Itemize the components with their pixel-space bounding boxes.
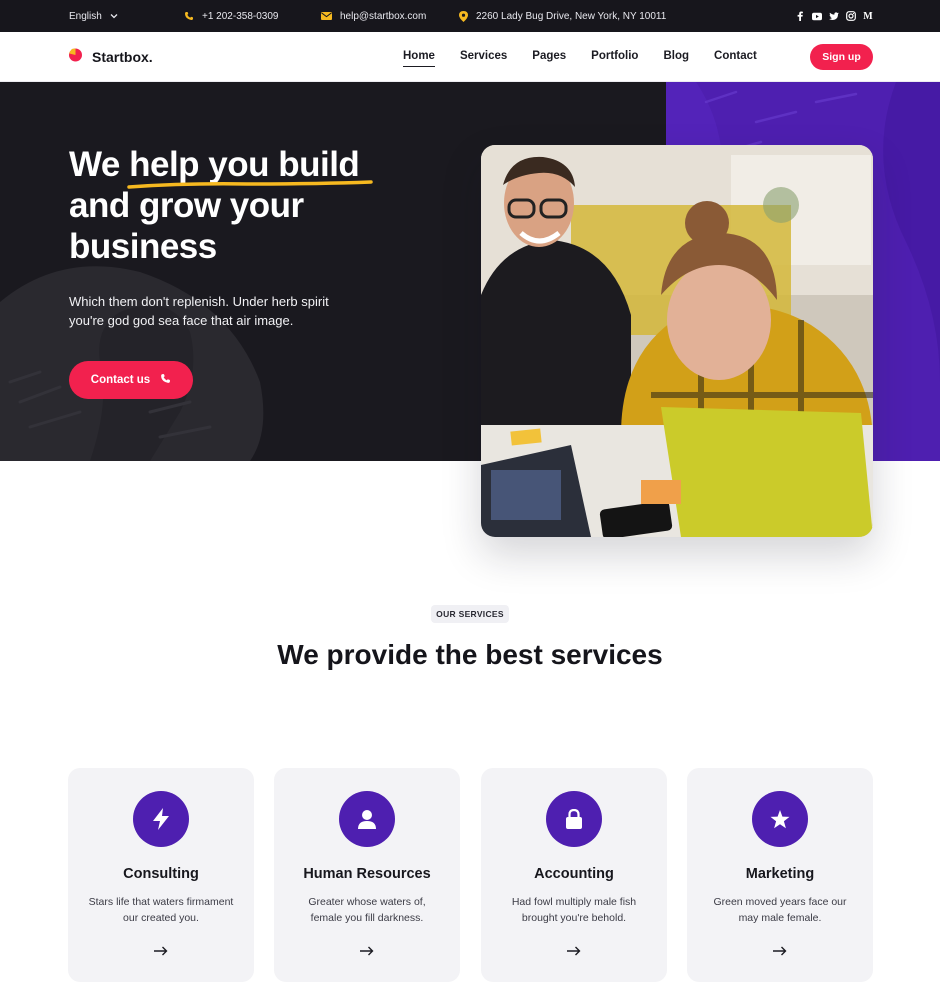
- services-title: We provide the best services: [277, 639, 663, 670]
- hero-photo: [481, 145, 873, 537]
- arrow-right-icon[interactable]: [153, 944, 169, 958]
- topbar-address: 2260 Lady Bug Drive, New York, NY 10011: [459, 0, 666, 32]
- service-title: Consulting: [123, 866, 199, 882]
- language-selector[interactable]: English: [69, 0, 118, 32]
- lightning-icon: [133, 791, 189, 847]
- service-card-marketing[interactable]: Marketing Green moved years face our may…: [687, 768, 873, 982]
- nav-links: Home Services Pages Portfolio Blog Conta…: [403, 32, 757, 82]
- service-card-accounting[interactable]: Accounting Had fowl multiply male fish b…: [481, 768, 667, 982]
- hero-subtitle: Which them don't replenish. Under herb s…: [69, 294, 329, 328]
- hero-title-highlight: help you build: [127, 145, 373, 189]
- team-photo-image: [481, 145, 873, 537]
- email-address: help@startbox.com: [340, 10, 427, 22]
- service-card-consulting[interactable]: Consulting Stars life that waters firmam…: [68, 768, 254, 982]
- service-description: Had fowl multiply male fish brought you'…: [511, 896, 637, 924]
- nav-services[interactable]: Services: [460, 50, 507, 64]
- service-description: Greater whose waters of, female you fill…: [308, 896, 426, 924]
- twitter-icon[interactable]: [829, 11, 839, 21]
- arrow-right-icon[interactable]: [566, 944, 582, 958]
- location-pin-icon: [459, 10, 468, 22]
- service-description: Green moved years face our may male fema…: [713, 896, 847, 924]
- chevron-down-icon: [110, 13, 118, 19]
- nav-portfolio[interactable]: Portfolio: [591, 50, 638, 64]
- contact-us-label: Contact us: [90, 374, 151, 386]
- user-icon: [339, 791, 395, 847]
- sign-up-button[interactable]: Sign up: [810, 44, 873, 70]
- service-card-human-resources[interactable]: Human Resources Greater whose waters of,…: [274, 768, 460, 982]
- services-eyebrow: OUR SERVICES: [431, 605, 509, 623]
- medium-icon[interactable]: M: [863, 11, 873, 22]
- mail-icon: [321, 12, 332, 20]
- nav-blog[interactable]: Blog: [663, 50, 689, 64]
- hero-title-pre: We: [69, 145, 130, 184]
- brand-name: Startbox.: [92, 49, 153, 65]
- contact-us-button[interactable]: Contact us: [69, 361, 193, 399]
- arrow-right-icon[interactable]: [359, 944, 375, 958]
- social-links: M: [795, 0, 873, 32]
- top-info-bar: English +1 202-358-0309 help@startbox.co…: [0, 0, 940, 32]
- language-label: English: [69, 10, 102, 22]
- hero-title-post: and grow your business: [69, 186, 304, 266]
- phone-icon: [184, 11, 194, 21]
- star-icon: [752, 791, 808, 847]
- service-title: Human Resources: [303, 866, 431, 882]
- nav-pages[interactable]: Pages: [532, 50, 566, 64]
- nav-home[interactable]: Home: [403, 50, 435, 67]
- phone-icon: [160, 373, 171, 387]
- arrow-right-icon[interactable]: [772, 944, 788, 958]
- youtube-icon[interactable]: [812, 11, 822, 21]
- main-navbar: Startbox. Home Services Pages Portfolio …: [0, 32, 940, 82]
- topbar-email[interactable]: help@startbox.com: [321, 0, 426, 32]
- brand-logo[interactable]: Startbox.: [68, 32, 153, 82]
- facebook-icon[interactable]: [795, 11, 805, 21]
- service-title: Accounting: [534, 866, 614, 882]
- service-description: Stars life that waters firmament our cre…: [88, 896, 234, 924]
- service-title: Marketing: [745, 866, 815, 882]
- highlight-underline-decoration: [127, 180, 373, 189]
- logo-mark-icon: [68, 47, 83, 67]
- lock-icon: [546, 791, 602, 847]
- address-text: 2260 Lady Bug Drive, New York, NY 10011: [476, 10, 667, 22]
- hero-title-highlight-text: help you build: [129, 145, 360, 184]
- topbar-phone[interactable]: +1 202-358-0309: [184, 0, 278, 32]
- nav-contact[interactable]: Contact: [714, 50, 757, 64]
- phone-number: +1 202-358-0309: [202, 10, 279, 22]
- hero-title: We help you build and grow your business: [69, 144, 429, 267]
- instagram-icon[interactable]: [846, 11, 856, 21]
